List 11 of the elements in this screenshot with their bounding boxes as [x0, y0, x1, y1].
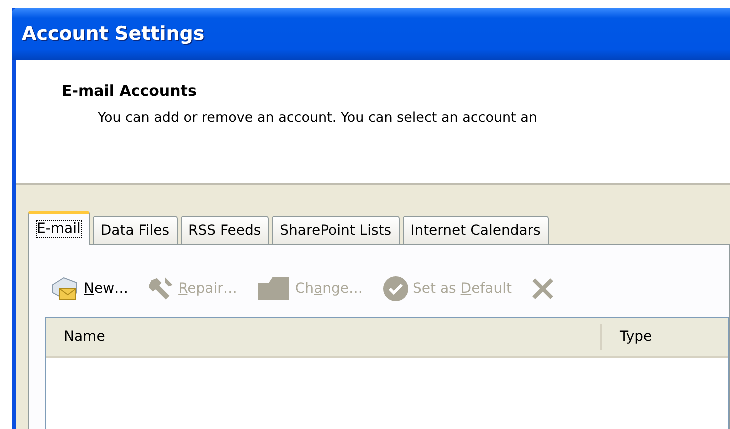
tab[interactable]: Data Files — [92, 216, 178, 244]
column-header[interactable]: Type — [602, 329, 652, 345]
tab[interactable]: Internet Calendars — [402, 216, 549, 244]
description-text: You can add or remove an account. You can select an account an — [98, 110, 538, 126]
tab[interactable]: E-mail — [28, 211, 90, 245]
tab[interactable]: SharePoint Lists — [272, 216, 400, 244]
window-title: Account Settings — [22, 23, 205, 45]
section-title: E-mail Accounts — [62, 82, 198, 100]
new-button[interactable]: New… — [50, 275, 129, 303]
column-header[interactable]: Name — [46, 324, 602, 350]
tab[interactable]: RSS Feeds — [180, 216, 270, 244]
